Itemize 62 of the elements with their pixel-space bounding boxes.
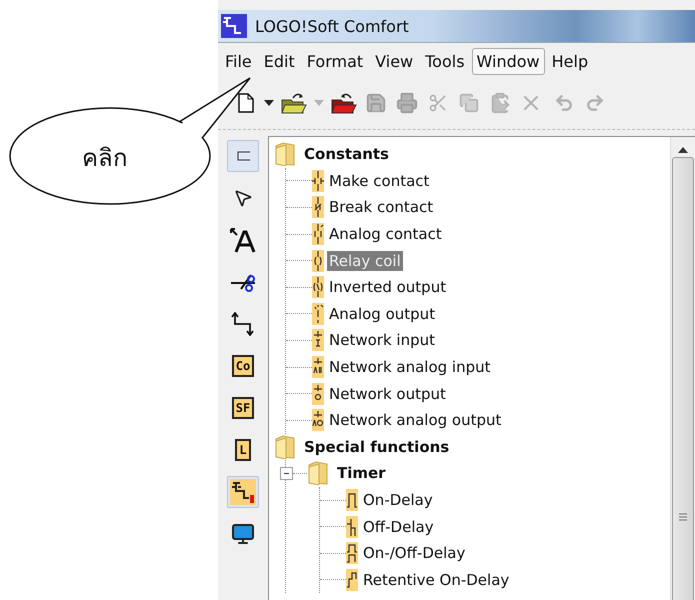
tree-item[interactable]: Off-Delay (361, 516, 436, 537)
ladder-symbol-icon (312, 250, 324, 272)
folder-label[interactable]: Constants (304, 145, 389, 164)
grip-icon (679, 513, 687, 521)
ladder-symbol-icon (312, 409, 324, 432)
ladder-symbol-icon (346, 568, 358, 591)
open-folder-icon[interactable] (281, 92, 307, 114)
palette-tool[interactable]: L (227, 434, 259, 466)
menu-item[interactable]: Help (546, 48, 594, 74)
tree-item[interactable]: Network analog input (327, 357, 493, 378)
new-file-icon[interactable] (238, 93, 254, 113)
palette-tool[interactable]: Co (227, 350, 259, 382)
ladder-symbol-icon (312, 302, 324, 325)
block-group-icon[interactable]: L (235, 439, 251, 461)
tree-item[interactable]: On-/Off-Delay (361, 543, 468, 564)
ladder-symbol-icon (312, 382, 324, 405)
tree-item[interactable]: Analog contact (327, 224, 444, 244)
expand-toggle[interactable] (280, 466, 293, 480)
ladder-symbol-icon (346, 542, 358, 564)
window-title: LOGO!Soft Comfort (255, 16, 409, 36)
scroll-thumb[interactable] (672, 157, 694, 600)
scrollbar[interactable] (670, 137, 695, 600)
tree-item[interactable]: Retentive On-Delay (361, 570, 512, 590)
folder-arrow-icon[interactable] (331, 92, 357, 114)
folder-icon (274, 434, 296, 459)
tree-item[interactable]: Relay coil (327, 250, 403, 271)
ladder-symbol-icon (312, 170, 324, 192)
folder-icon (274, 142, 296, 166)
ladder-symbol-icon (312, 276, 324, 298)
block-group-icon[interactable]: Co (232, 355, 254, 377)
ladder-symbol-icon (312, 356, 324, 378)
ladder-symbol-icon (312, 329, 324, 352)
palette-tool[interactable] (227, 140, 259, 172)
tree-item[interactable]: Break contact (327, 197, 436, 218)
scroll-up-icon[interactable] (678, 147, 688, 153)
block-group-icon[interactable]: SF (232, 397, 254, 419)
frame-icon[interactable] (235, 150, 251, 162)
ladder-symbol-icon (346, 489, 358, 512)
ladder-symbol-icon (312, 196, 324, 218)
menu-item[interactable]: Format (302, 48, 368, 74)
callout-text: คลิก (82, 143, 128, 174)
ladder-symbol-icon (312, 223, 324, 246)
caret-icon[interactable] (264, 100, 274, 106)
menu-item[interactable]: Window (472, 48, 545, 74)
tree-item[interactable]: Inverted output (327, 277, 448, 298)
tree-item[interactable]: Network input (327, 330, 437, 350)
ladder-symbol-icon (346, 516, 358, 538)
menu-item[interactable]: View (370, 48, 418, 74)
tree-item[interactable]: On-Delay (361, 490, 435, 510)
folder-icon (307, 461, 329, 486)
menu-item[interactable]: Tools (420, 48, 470, 74)
menu-item[interactable]: File (220, 48, 257, 74)
folder-label[interactable]: Timer (337, 464, 386, 482)
palette-tool[interactable]: SF (227, 392, 259, 424)
folder-label[interactable]: Special functions (304, 438, 450, 456)
tree-item[interactable]: Network analog output (327, 410, 504, 430)
pointer-icon[interactable] (233, 188, 253, 208)
app-icon (221, 14, 247, 38)
tree-item[interactable]: Analog output (327, 304, 438, 324)
tree-item[interactable]: Make contact (327, 170, 432, 191)
menu-item[interactable]: Edit (258, 48, 300, 74)
tree-item[interactable]: Network output (327, 384, 448, 404)
